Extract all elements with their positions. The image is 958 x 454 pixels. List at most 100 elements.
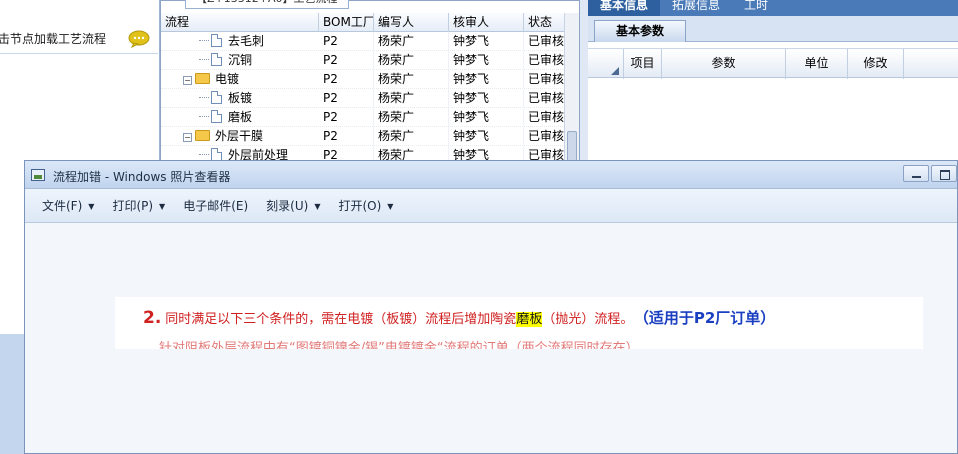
menu-email[interactable]: 电子邮件(E) xyxy=(174,197,257,214)
bom-cell: P2 xyxy=(319,127,374,145)
minimize-button[interactable] xyxy=(903,165,929,182)
chevron-down-icon: ▼ xyxy=(314,202,321,211)
column-header-status[interactable]: 状态 xyxy=(524,13,565,32)
author-cell: 杨荣广 xyxy=(374,127,449,145)
menu-burn[interactable]: 刻录(U) ▼ xyxy=(257,197,329,214)
folder-icon xyxy=(195,73,210,84)
rule-text-before: 同时满足以下三个条件的，需在电镀（板镀）流程后增加陶瓷 xyxy=(165,312,517,327)
collapse-icon[interactable]: − xyxy=(183,76,192,85)
collapse-icon[interactable]: − xyxy=(183,133,192,142)
column-header-flow[interactable]: 流程 xyxy=(161,13,319,32)
speech-bubble-icon[interactable] xyxy=(128,30,150,48)
tree-connector xyxy=(199,116,209,117)
window-controls xyxy=(901,165,957,182)
tree-connector xyxy=(199,154,209,155)
tree-node-cell[interactable]: 去毛刺 xyxy=(161,32,319,50)
properties-tabs: 基本信息 拓展信息 工时 xyxy=(588,0,958,16)
process-tree-panel: 【Z+13312+A0】工艺流程 流程 BOM工厂 编写人 核审人 状态 去毛刺… xyxy=(160,0,580,171)
status-cell: 已审核 xyxy=(524,70,565,88)
tree-node-cell[interactable]: 板镀 xyxy=(161,89,319,107)
chevron-down-icon: ▼ xyxy=(159,202,166,211)
column-header-param[interactable]: 参数 xyxy=(662,49,786,79)
file-icon xyxy=(211,34,222,47)
author-cell: 杨荣广 xyxy=(374,70,449,88)
bom-cell: P2 xyxy=(319,89,374,107)
left-side-strip xyxy=(0,334,24,454)
tree-row[interactable]: 磨板 P2 杨荣广 钟梦飞 已审核 xyxy=(161,108,565,127)
tab-work-hours[interactable]: 工时 xyxy=(732,0,780,16)
tree-connector xyxy=(199,97,209,98)
file-icon xyxy=(211,110,222,123)
tree-row[interactable]: 板镀 P2 杨荣广 钟梦飞 已审核 xyxy=(161,89,565,108)
tree-row[interactable]: 沉铜 P2 杨荣广 钟梦飞 已审核 xyxy=(161,51,565,70)
process-tree-title: 【Z+13312+A0】工艺流程 xyxy=(185,0,349,9)
tree-node-cell[interactable]: 沉铜 xyxy=(161,51,319,69)
menu-file[interactable]: 文件(F) ▼ xyxy=(33,197,103,214)
status-cell: 已审核 xyxy=(524,32,565,50)
bom-cell: P2 xyxy=(319,32,374,50)
author-cell: 杨荣广 xyxy=(374,89,449,107)
properties-subtabs: 基本参数 xyxy=(588,16,958,42)
column-header-edit[interactable]: 修改 xyxy=(848,49,904,79)
tree-node-label: 磨板 xyxy=(228,110,253,124)
tree-row[interactable]: − 电镀 P2 杨荣广 钟梦飞 已审核 xyxy=(161,70,565,89)
maximize-button[interactable] xyxy=(931,165,957,182)
tree-node-cell[interactable]: − 电镀 xyxy=(161,70,319,88)
process-tree-rows: 去毛刺 P2 杨荣广 钟梦飞 已审核 沉铜 P2 杨荣广 钟梦飞 已审核 − 电镀 P2 杨荣广 钟梦飞 已审… xyxy=(161,32,565,165)
tree-node-cell[interactable]: 磨板 xyxy=(161,108,319,126)
photo-viewer-icon xyxy=(31,169,45,181)
column-header-bom[interactable]: BOM工厂 xyxy=(319,13,374,32)
menu-print[interactable]: 打印(P) ▼ xyxy=(103,197,174,214)
photo-viewer-window: 流程加错 - Windows 照片查看器 文件(F) ▼ 打印(P) ▼ 电子邮件(… xyxy=(24,160,958,454)
status-cell: 已审核 xyxy=(524,108,565,126)
status-cell: 已审核 xyxy=(524,127,565,145)
tree-row[interactable]: 去毛刺 P2 杨荣广 钟梦飞 已审核 xyxy=(161,32,565,51)
bom-cell: P2 xyxy=(319,108,374,126)
viewer-titlebar[interactable]: 流程加错 - Windows 照片查看器 xyxy=(25,161,957,189)
tree-node-label: 电镀 xyxy=(215,72,240,86)
viewer-menubar: 文件(F) ▼ 打印(P) ▼ 电子邮件(E) 刻录(U) ▼ 打开(O) ▼ xyxy=(25,189,957,223)
tree-scrollbar[interactable] xyxy=(564,13,579,171)
auditor-cell: 钟梦飞 xyxy=(449,70,524,88)
author-cell: 杨荣广 xyxy=(374,51,449,69)
menu-open[interactable]: 打开(O) ▼ xyxy=(329,197,402,214)
column-header-author[interactable]: 编写人 xyxy=(374,13,449,32)
author-cell: 杨荣广 xyxy=(374,108,449,126)
tree-row[interactable]: − 外层干膜 P2 杨荣广 钟梦飞 已审核 xyxy=(161,127,565,146)
status-cell: 已审核 xyxy=(524,51,565,69)
tab-basic-info[interactable]: 基本信息 xyxy=(588,0,661,16)
chevron-down-icon: ▼ xyxy=(387,202,394,211)
viewer-title: 流程加错 - Windows 照片查看器 xyxy=(53,170,231,184)
auditor-cell: 钟梦飞 xyxy=(449,89,524,107)
bom-cell: P2 xyxy=(319,51,374,69)
auditor-cell: 钟梦飞 xyxy=(449,108,524,126)
tree-node-label: 外层干膜 xyxy=(215,129,264,143)
column-header-item[interactable]: 项目 xyxy=(624,49,662,79)
auditor-cell: 钟梦飞 xyxy=(449,51,524,69)
document-rule-line: 2. 同时满足以下三个条件的，需在电镀（板镀）流程后增加陶瓷磨板（抛光）流程。 （适… xyxy=(143,307,775,328)
process-tree-header: 流程 BOM工厂 编写人 核审人 状态 xyxy=(161,13,565,32)
author-cell: 杨荣广 xyxy=(374,32,449,50)
table-corner-icon[interactable] xyxy=(588,49,624,79)
displayed-document-image: 2. 同时满足以下三个条件的，需在电镀（板镀）流程后增加陶瓷磨板（抛光）流程。 （适… xyxy=(115,297,923,349)
file-icon xyxy=(211,53,222,66)
folder-icon xyxy=(195,130,210,141)
tree-node-cell[interactable]: − 外层干膜 xyxy=(161,127,319,145)
column-header-unit[interactable]: 单位 xyxy=(786,49,848,79)
tree-node-label: 去毛刺 xyxy=(228,34,265,48)
tree-connector xyxy=(199,40,209,41)
tab-basic-params[interactable]: 基本参数 xyxy=(594,20,686,42)
param-table-header: 项目 参数 单位 修改 xyxy=(588,48,958,79)
tree-node-label: 沉铜 xyxy=(228,53,253,67)
document-rule-line-2: 针对阻板外层流程中有“图镀铜镍金/锡”电镀镀金“流程的订单（两个流程同时存在） xyxy=(159,341,639,349)
column-header-auditor[interactable]: 核审人 xyxy=(449,13,524,32)
tree-node-label: 板镀 xyxy=(228,91,253,105)
auditor-cell: 钟梦飞 xyxy=(449,32,524,50)
tab-extended-info[interactable]: 拓展信息 xyxy=(660,0,732,16)
load-process-tab[interactable]: 击节点加载工艺流程 xyxy=(0,24,158,54)
tree-connector xyxy=(199,59,209,60)
properties-panel: 基本信息 拓展信息 工时 基本参数 项目 参数 单位 修改 xyxy=(588,0,958,170)
file-icon xyxy=(211,91,222,104)
rule-highlight: 磨板 xyxy=(516,312,543,327)
rule-text-after: （抛光）流程。 xyxy=(542,312,634,327)
